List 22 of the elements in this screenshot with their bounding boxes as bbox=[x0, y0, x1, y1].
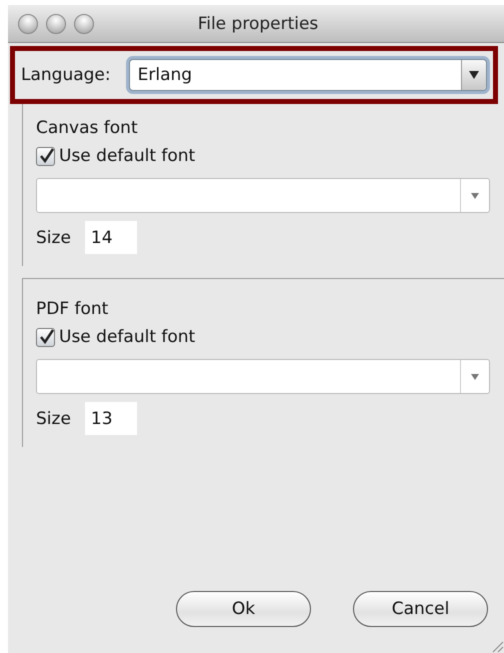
cancel-button[interactable]: Cancel bbox=[353, 591, 488, 627]
checkbox-icon[interactable] bbox=[36, 146, 55, 166]
font-dropdown[interactable] bbox=[36, 359, 490, 394]
ok-button[interactable]: Ok bbox=[176, 591, 311, 627]
checkbox-icon[interactable] bbox=[36, 328, 55, 346]
language-label: Language: bbox=[21, 65, 111, 85]
font-dropdown[interactable] bbox=[36, 178, 490, 213]
language-dropdown[interactable]: Erlang bbox=[128, 59, 487, 91]
group-title: PDF font bbox=[36, 299, 110, 319]
size-input[interactable]: 13 bbox=[84, 402, 137, 435]
size-label: Size bbox=[36, 408, 71, 428]
window-control-icon[interactable] bbox=[18, 14, 38, 34]
window-control-icon[interactable] bbox=[74, 14, 94, 34]
size-input[interactable]: 14 bbox=[84, 221, 137, 254]
default-font-checkbox[interactable]: Use default font bbox=[36, 327, 490, 347]
resize-grip-icon[interactable] bbox=[490, 639, 504, 653]
size-label: Size bbox=[36, 228, 71, 248]
default-font-checkbox[interactable]: Use default font bbox=[36, 146, 490, 166]
group-title: Canvas font bbox=[36, 118, 139, 138]
window-control-icon[interactable] bbox=[46, 14, 66, 34]
caret-icon bbox=[461, 60, 486, 90]
window-title: File properties bbox=[196, 14, 320, 34]
